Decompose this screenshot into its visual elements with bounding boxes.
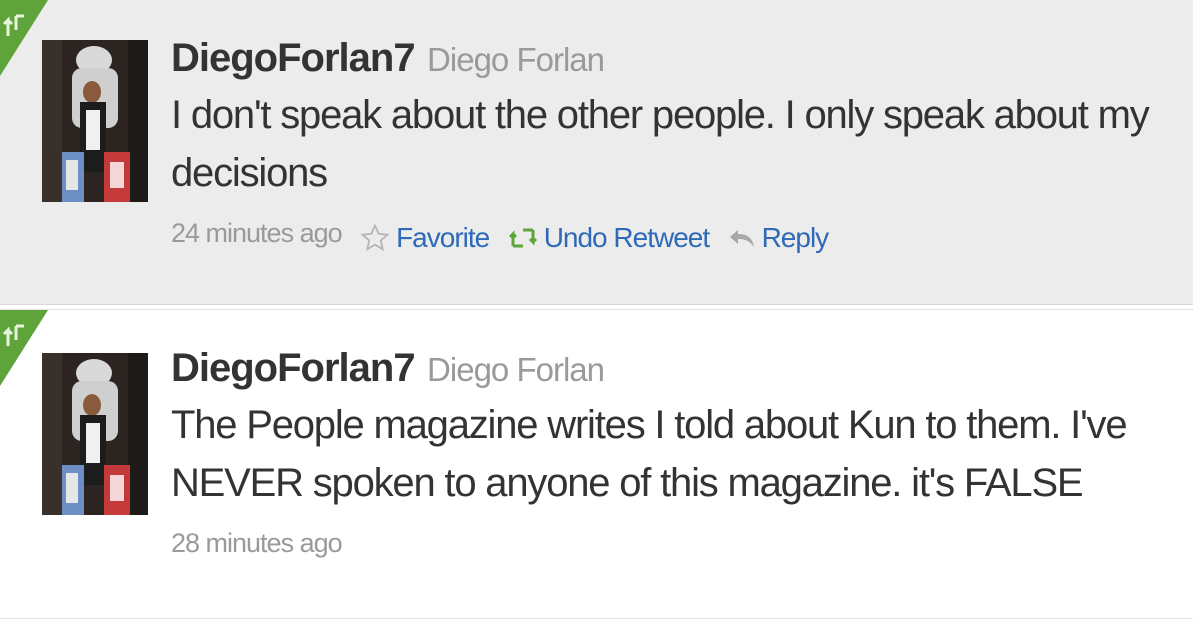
reply-button[interactable]: Reply [728, 215, 829, 261]
star-icon [360, 223, 390, 251]
tweet-meta: 28 minutes ago [171, 520, 1163, 566]
undo-retweet-label: Undo Retweet [543, 221, 710, 253]
tweet-text: The People magazine writes I told about … [171, 403, 1128, 505]
full-name: Diego Forlan [427, 351, 605, 388]
reply-label: Reply [761, 221, 830, 253]
full-name: Diego Forlan [427, 41, 605, 78]
tweet-content: DiegoForlan7 Diego Forlan I don't speak … [171, 30, 1163, 256]
reply-icon [729, 229, 754, 247]
favorite-button[interactable]: Favorite [360, 215, 490, 261]
tweet-item: DiegoForlan7 Diego Forlan The People mag… [0, 309, 1193, 619]
tweet-header: DiegoForlan7 Diego Forlan [171, 340, 1163, 396]
screen-name-link[interactable]: DiegoForlan7 [171, 346, 416, 390]
screen-name-link[interactable]: DiegoForlan7 [171, 36, 416, 80]
timestamp-link[interactable]: 24 minutes ago [171, 218, 343, 248]
undo-retweet-button[interactable]: Undo Retweet [508, 215, 710, 261]
timestamp-link[interactable]: 28 minutes ago [171, 528, 343, 558]
avatar[interactable] [42, 353, 148, 515]
tweet-text: I don't speak about the other people. I … [171, 93, 1150, 195]
tweet-item: DiegoForlan7 Diego Forlan I don't speak … [0, 0, 1193, 305]
tweet-content: DiegoForlan7 Diego Forlan The People mag… [171, 340, 1163, 566]
tweet-meta: 24 minutes ago Favorite Undo Retweet Rep… [171, 210, 1163, 256]
avatar[interactable] [42, 40, 148, 202]
favorite-label: Favorite [396, 221, 490, 253]
tweet-header: DiegoForlan7 Diego Forlan [171, 30, 1163, 86]
retweet-icon [508, 228, 537, 248]
timeline: DiegoForlan7 Diego Forlan I don't speak … [0, 0, 1200, 630]
